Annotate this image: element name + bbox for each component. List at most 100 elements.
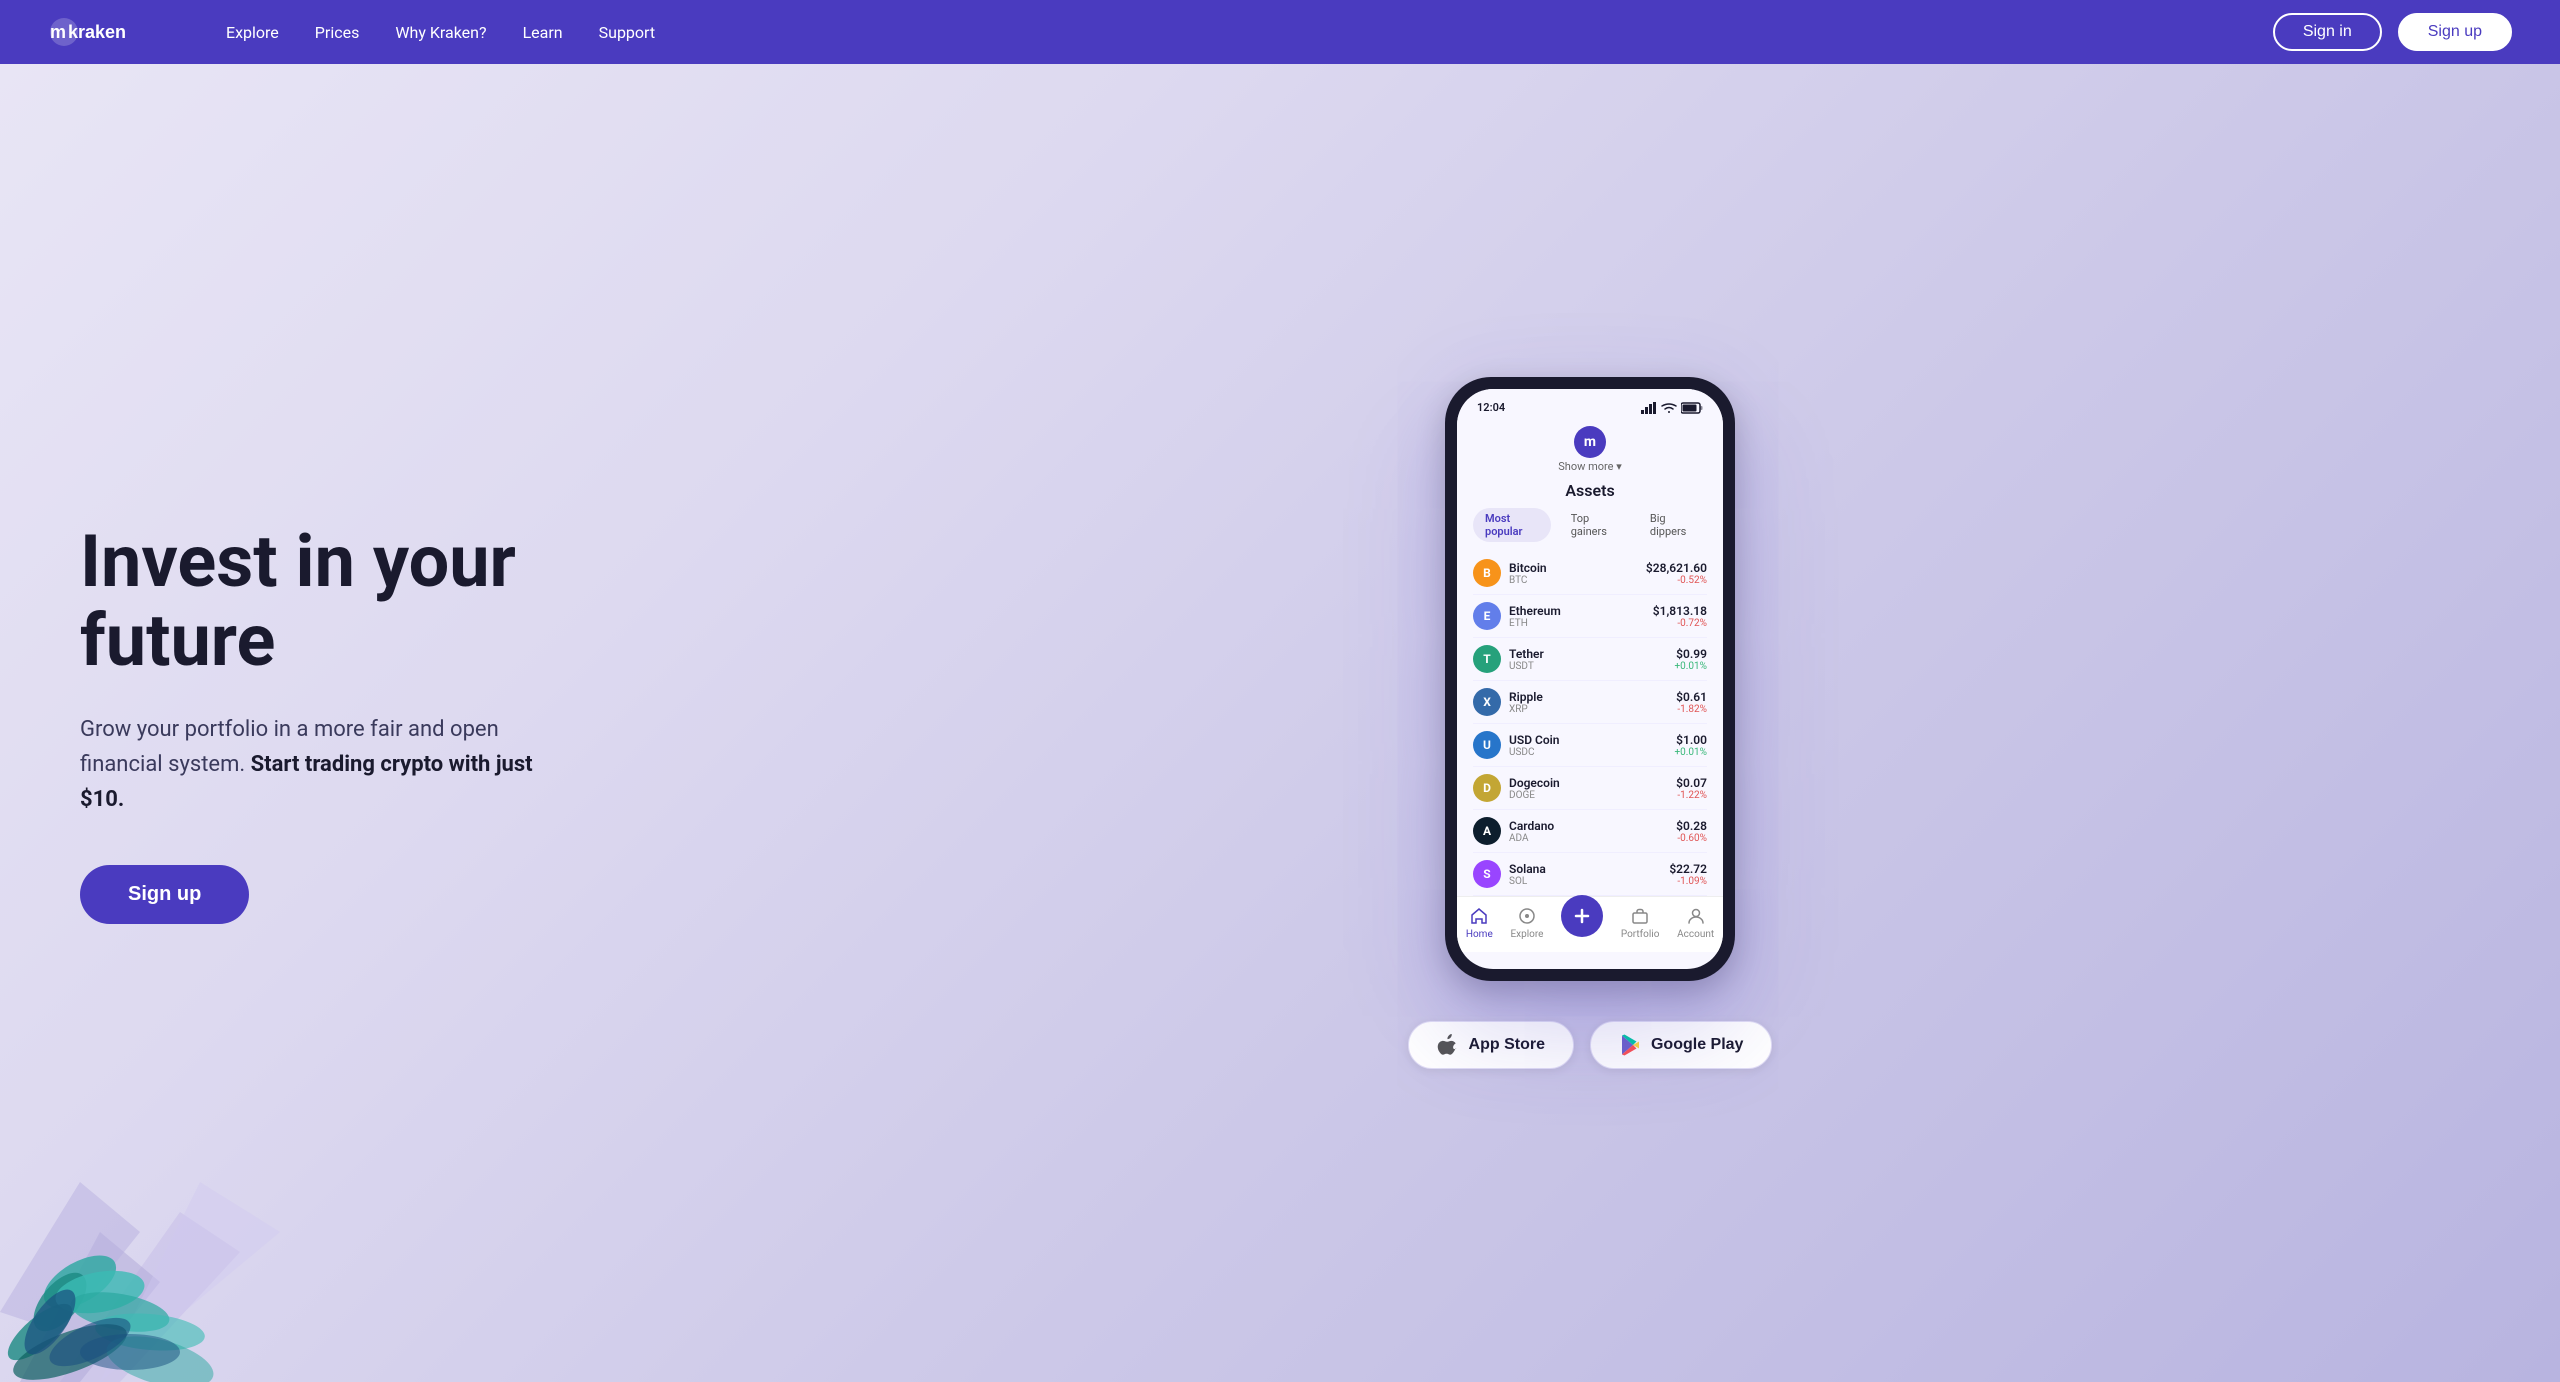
bottom-nav-home[interactable]: Home bbox=[1466, 905, 1493, 940]
asset-name: Bitcoin bbox=[1509, 561, 1646, 575]
asset-symbol: USDT bbox=[1509, 661, 1675, 672]
tab-big-dippers[interactable]: Big dippers bbox=[1638, 508, 1707, 542]
asset-change: -0.60% bbox=[1676, 833, 1707, 844]
asset-value: $28,621.60 bbox=[1646, 561, 1707, 575]
wifi-icon bbox=[1661, 402, 1677, 414]
asset-info-usdc: USD Coin USDC bbox=[1509, 733, 1675, 758]
asset-change: -1.22% bbox=[1676, 790, 1707, 801]
asset-row[interactable]: E Ethereum ETH $1,813.18 -0.72% bbox=[1473, 595, 1707, 638]
asset-row[interactable]: U USD Coin USDC $1.00 +0.01% bbox=[1473, 724, 1707, 767]
google-play-button[interactable]: Google Play bbox=[1590, 1021, 1772, 1069]
assets-section: Assets Most popular Top gainers Big dipp… bbox=[1457, 477, 1723, 896]
phone-mockup: 12:04 bbox=[1445, 377, 1735, 981]
hero-left: Invest in your future Grow your portfoli… bbox=[80, 522, 700, 925]
asset-value: $22.72 bbox=[1669, 862, 1707, 876]
asset-row[interactable]: T Tether USDT $0.99 +0.01% bbox=[1473, 638, 1707, 681]
store-buttons: App Store Google Play bbox=[1408, 1021, 1773, 1069]
asset-icon-doge: D bbox=[1473, 774, 1501, 802]
phone-bottom-nav: Home Explore bbox=[1457, 896, 1723, 952]
nav-learn[interactable]: Learn bbox=[523, 23, 563, 42]
asset-icon-sol: S bbox=[1473, 860, 1501, 888]
home-icon bbox=[1468, 905, 1490, 927]
asset-info-sol: Solana SOL bbox=[1509, 862, 1669, 887]
battery-icon bbox=[1681, 402, 1703, 414]
signin-button[interactable]: Sign in bbox=[2273, 13, 2382, 51]
asset-value: $0.28 bbox=[1676, 819, 1707, 833]
asset-value: $1,813.18 bbox=[1653, 604, 1707, 618]
asset-info-xrp: Ripple XRP bbox=[1509, 690, 1676, 715]
asset-change: +0.01% bbox=[1675, 661, 1708, 672]
signup-hero-button[interactable]: Sign up bbox=[80, 865, 249, 924]
asset-name: Ripple bbox=[1509, 690, 1676, 704]
asset-symbol: ADA bbox=[1509, 833, 1676, 844]
asset-symbol: USDC bbox=[1509, 747, 1675, 758]
tab-most-popular[interactable]: Most popular bbox=[1473, 508, 1551, 542]
app-store-label: App Store bbox=[1469, 1036, 1545, 1054]
asset-row[interactable]: X Ripple XRP $0.61 -1.82% bbox=[1473, 681, 1707, 724]
asset-name: USD Coin bbox=[1509, 733, 1675, 747]
asset-row[interactable]: S Solana SOL $22.72 -1.09% bbox=[1473, 853, 1707, 896]
svg-text:m: m bbox=[50, 22, 66, 42]
show-more-text: Show more ▾ bbox=[1558, 460, 1622, 473]
phone-status-bar: 12:04 bbox=[1457, 389, 1723, 418]
phone-time: 12:04 bbox=[1477, 401, 1505, 414]
asset-icon-ada: A bbox=[1473, 817, 1501, 845]
asset-symbol: BTC bbox=[1509, 575, 1646, 586]
asset-change: -0.52% bbox=[1646, 575, 1707, 586]
asset-info-eth: Ethereum ETH bbox=[1509, 604, 1653, 629]
hero-right: 12:04 bbox=[700, 377, 2480, 1069]
bottom-nav-portfolio[interactable]: Portfolio bbox=[1621, 905, 1660, 940]
portfolio-icon bbox=[1629, 905, 1651, 927]
asset-name: Ethereum bbox=[1509, 604, 1653, 618]
asset-value: $0.07 bbox=[1676, 776, 1707, 790]
asset-symbol: ETH bbox=[1509, 618, 1653, 629]
nav-explore[interactable]: Explore bbox=[226, 23, 279, 42]
asset-list: B Bitcoin BTC $28,621.60 -0.52% E Ethere… bbox=[1473, 552, 1707, 896]
nav-why-kraken[interactable]: Why Kraken? bbox=[395, 23, 486, 42]
asset-row[interactable]: A Cardano ADA $0.28 -0.60% bbox=[1473, 810, 1707, 853]
signup-nav-button[interactable]: Sign up bbox=[2398, 13, 2512, 51]
asset-price-ada: $0.28 -0.60% bbox=[1676, 819, 1707, 844]
nav-actions: Sign in Sign up bbox=[2273, 13, 2512, 51]
asset-price-eth: $1,813.18 -0.72% bbox=[1653, 604, 1707, 629]
assets-title: Assets bbox=[1473, 481, 1707, 500]
assets-tabs: Most popular Top gainers Big dippers bbox=[1473, 508, 1707, 542]
asset-icon-eth: E bbox=[1473, 602, 1501, 630]
asset-row[interactable]: B Bitcoin BTC $28,621.60 -0.52% bbox=[1473, 552, 1707, 595]
asset-row[interactable]: D Dogecoin DOGE $0.07 -1.22% bbox=[1473, 767, 1707, 810]
nav-links: Explore Prices Why Kraken? Learn Support bbox=[226, 23, 2273, 42]
logo[interactable]: m kraken bbox=[48, 16, 178, 48]
asset-price-usdc: $1.00 +0.01% bbox=[1675, 733, 1708, 758]
asset-price-xrp: $0.61 -1.82% bbox=[1676, 690, 1707, 715]
hero-section: Invest in your future Grow your portfoli… bbox=[0, 64, 2560, 1382]
apple-icon bbox=[1437, 1034, 1459, 1056]
tab-top-gainers[interactable]: Top gainers bbox=[1559, 508, 1630, 542]
bottom-nav-account[interactable]: Account bbox=[1677, 905, 1714, 940]
account-icon bbox=[1685, 905, 1707, 927]
asset-value: $1.00 bbox=[1675, 733, 1708, 747]
asset-change: -1.09% bbox=[1669, 876, 1707, 887]
asset-price-sol: $22.72 -1.09% bbox=[1669, 862, 1707, 887]
bottom-nav-center[interactable] bbox=[1561, 905, 1603, 940]
hero-subtitle: Grow your portfolio in a more fair and o… bbox=[80, 712, 560, 818]
signal-icon bbox=[1641, 402, 1657, 414]
phone-header: m Show more ▾ bbox=[1457, 418, 1723, 477]
svg-text:kraken: kraken bbox=[68, 22, 126, 42]
asset-icon-btc: B bbox=[1473, 559, 1501, 587]
asset-name: Solana bbox=[1509, 862, 1669, 876]
asset-icon-usdc: U bbox=[1473, 731, 1501, 759]
asset-info-usdt: Tether USDT bbox=[1509, 647, 1675, 672]
nav-support[interactable]: Support bbox=[599, 23, 655, 42]
navbar: m kraken Explore Prices Why Kraken? Lear… bbox=[0, 0, 2560, 64]
phone-screen: 12:04 bbox=[1457, 389, 1723, 969]
nav-prices[interactable]: Prices bbox=[315, 23, 360, 42]
asset-value: $0.99 bbox=[1675, 647, 1708, 661]
google-play-label: Google Play bbox=[1651, 1036, 1743, 1054]
asset-value: $0.61 bbox=[1676, 690, 1707, 704]
app-store-button[interactable]: App Store bbox=[1408, 1021, 1574, 1069]
asset-price-btc: $28,621.60 -0.52% bbox=[1646, 561, 1707, 586]
bottom-nav-explore[interactable]: Explore bbox=[1510, 905, 1543, 940]
asset-name: Cardano bbox=[1509, 819, 1676, 833]
asset-change: +0.01% bbox=[1675, 747, 1708, 758]
status-icons bbox=[1641, 402, 1703, 414]
